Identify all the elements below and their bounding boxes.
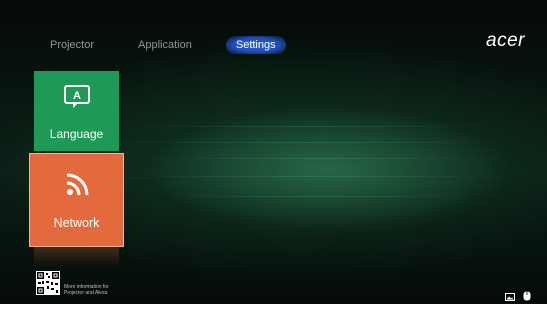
background-streak (140, 158, 500, 159)
background-streak (160, 196, 480, 197)
background-streak (110, 176, 510, 177)
bottom-border (0, 304, 547, 312)
language-icon: A (63, 84, 91, 115)
network-tile[interactable]: Network (29, 153, 124, 247)
background-streak (100, 142, 520, 143)
tab-projector[interactable]: Projector (40, 36, 104, 54)
language-tile-label: Language (49, 127, 104, 141)
acer-logo: acer (486, 30, 525, 51)
svg-text:A: A (73, 90, 81, 102)
tile-reflection (34, 247, 119, 267)
qr-code (36, 271, 60, 295)
qr-caption: More information for Projector and Alexa (64, 284, 109, 296)
background-streak (120, 126, 500, 127)
tab-settings[interactable]: Settings (225, 36, 286, 54)
language-tile[interactable]: A Language (34, 71, 119, 151)
network-tile-label: Network (53, 216, 100, 230)
qr-caption-line2: Projector and Alexa (64, 290, 108, 296)
tab-application[interactable]: Application (128, 36, 202, 54)
projector-settings-screen: Projector Application Settings acer A La… (0, 0, 547, 312)
top-navigation: Projector Application Settings (40, 36, 310, 54)
wifi-icon (64, 172, 90, 203)
